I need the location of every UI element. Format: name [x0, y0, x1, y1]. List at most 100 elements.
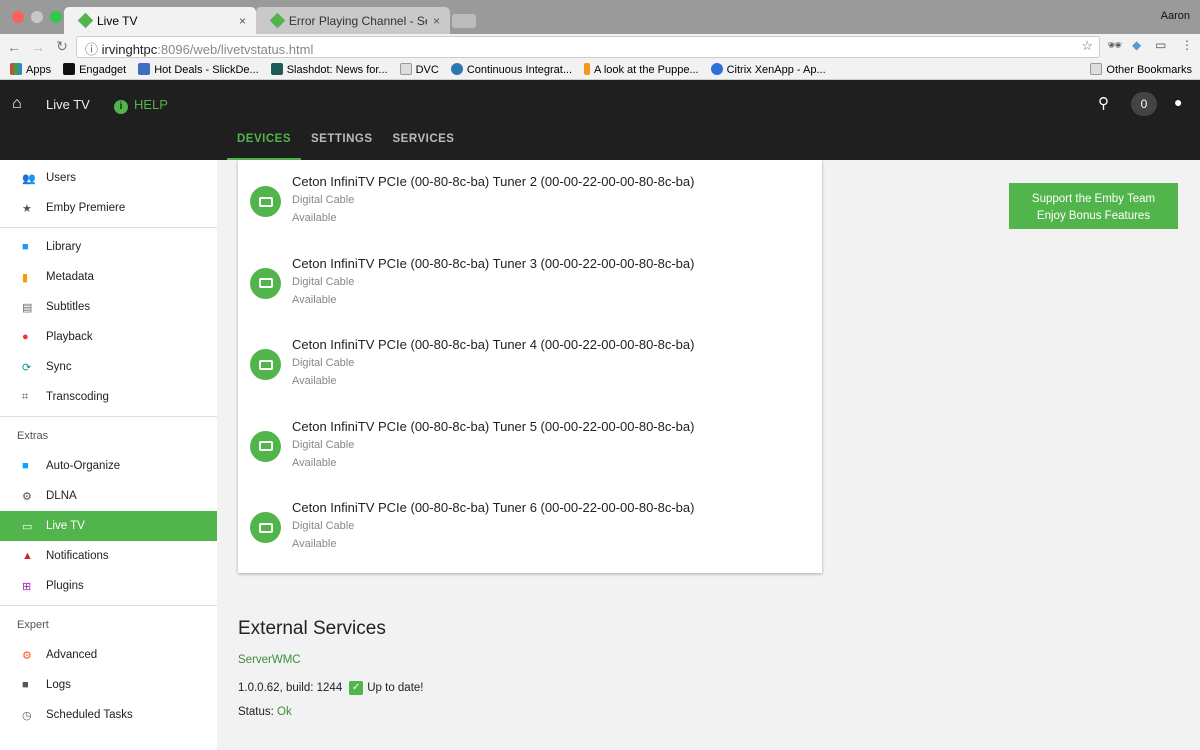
sidebar-item-label: Live TV [46, 520, 85, 532]
folder-icon: ■ [22, 679, 29, 691]
tab-devices[interactable]: DEVICES [227, 128, 301, 160]
bookmark[interactable]: DVC [399, 62, 439, 76]
sidebar-item-label: Plugins [46, 580, 84, 592]
device-status: Available [292, 375, 337, 387]
reload-icon[interactable]: ↻ [52, 38, 72, 55]
window-controls[interactable] [12, 11, 62, 23]
tv-icon: ▭ [22, 520, 33, 533]
tv-icon [250, 186, 281, 217]
browser-tab-live-tv[interactable]: Live TV × [64, 7, 256, 34]
sidebar-item-metadata[interactable]: ▮ Metadata [0, 262, 217, 292]
folder-icon: ■ [22, 460, 29, 472]
sidebar-item-library[interactable]: ■ Library [0, 232, 217, 262]
sidebar-item-dlna[interactable]: ⚙ DLNA [0, 481, 217, 511]
device-type: Digital Cable [292, 357, 355, 369]
bookmark-star-icon[interactable]: ☆ [1081, 38, 1093, 54]
devices-card: Ceton InfiniTV PCIe (00-80-8c-ba) Tuner … [238, 160, 822, 573]
address-bar[interactable]: ⓘ irvinghtpc:8096/web/livetvstatus.html ☆ [76, 36, 1100, 58]
device-status: Available [292, 538, 337, 550]
help-link[interactable]: i HELP [114, 97, 168, 114]
folder-icon: ■ [22, 241, 29, 253]
sidebar-item-label: Users [46, 172, 77, 184]
sidebar-item-scheduled-tasks[interactable]: ◷ Scheduled Tasks [0, 700, 217, 730]
device-type: Digital Cable [292, 520, 355, 532]
device-status: Available [292, 293, 337, 306]
bookmark[interactable]: Continuous Integrat... [450, 62, 572, 76]
back-icon[interactable]: ← [4, 39, 24, 55]
bookmark[interactable]: A look at the Puppe... [584, 62, 699, 76]
service-version: 1.0.0.62, build: 1244 ✓ Up to date! [238, 681, 424, 695]
device-type: Digital Cable [292, 194, 355, 206]
device-item[interactable]: Ceton InfiniTV PCIe (00-80-8c-ba) Tuner … [250, 256, 694, 312]
device-item[interactable]: Ceton InfiniTV PCIe (00-80-8c-ba) Tuner … [250, 337, 694, 393]
play-icon: ● [22, 331, 29, 343]
cast-icon[interactable]: ▭ [1155, 38, 1166, 52]
search-icon[interactable]: ⚲ [1098, 94, 1109, 112]
sidebar-section-header: Expert [17, 619, 49, 631]
home-icon[interactable]: ⌂ [12, 95, 22, 113]
sidebar-item-playback[interactable]: ● Playback [0, 322, 217, 352]
close-icon[interactable]: × [239, 14, 246, 28]
close-icon[interactable]: × [433, 14, 440, 28]
gear-icon: ⚙ [22, 649, 32, 662]
profile-name[interactable]: Aaron [1161, 10, 1190, 22]
bookmarks-bar: Apps Engadget Hot Deals - SlickDe... Sla… [0, 59, 1200, 80]
browser-toolbar: ← → ↻ ⓘ irvinghtpc:8096/web/livetvstatus… [0, 34, 1200, 59]
sidebar-section-header: Extras [17, 430, 49, 442]
user-icon[interactable]: ● [1174, 94, 1182, 110]
other-bookmarks[interactable]: Other Bookmarks [1090, 62, 1192, 76]
extension-icon[interactable]: ◆ [1132, 38, 1141, 52]
bookmark[interactable]: Apps [10, 62, 51, 76]
sidebar-item-advanced[interactable]: ⚙ Advanced [0, 640, 217, 670]
support-emby-button[interactable]: Support the Emby Team Enjoy Bonus Feature… [1009, 183, 1178, 229]
sidebar-item-emby-premiere[interactable]: ★ Emby Premiere [0, 193, 217, 223]
sidebar-item-auto-organize[interactable]: ■ Auto-Organize [0, 451, 217, 481]
service-status: Status: Ok [238, 706, 292, 718]
bookmark[interactable]: Citrix XenApp - Ap... [710, 62, 826, 76]
browser-tab-error[interactable]: Error Playing Channel - Server × [256, 7, 450, 34]
sidebar-item-logs[interactable]: ■ Logs [0, 670, 217, 700]
star-icon: ★ [22, 202, 32, 215]
new-tab-button[interactable] [452, 14, 476, 28]
sidebar-item-users[interactable]: 👥 Users [0, 163, 217, 193]
device-name: Ceton InfiniTV PCIe (00-80-8c-ba) Tuner … [292, 500, 695, 515]
device-name: Ceton InfiniTV PCIe (00-80-8c-ba) Tuner … [292, 255, 695, 271]
forward-icon[interactable]: → [28, 39, 48, 55]
device-item[interactable]: Ceton InfiniTV PCIe (00-80-8c-ba) Tuner … [250, 500, 694, 556]
tab-label: Error Playing Channel - Server [288, 13, 427, 28]
device-name: Ceton InfiniTV PCIe (00-80-8c-ba) Tuner … [292, 418, 695, 434]
sidebar-item-label: Subtitles [46, 301, 91, 313]
sidebar-item-plugins[interactable]: ⊞ Plugins [0, 571, 217, 601]
info-icon: ⓘ [85, 42, 102, 57]
device-item[interactable]: Ceton InfiniTV PCIe (00-80-8c-ba) Tuner … [250, 419, 694, 475]
tab-label: Live TV [97, 13, 138, 28]
service-link[interactable]: ServerWMC [238, 654, 301, 666]
tab-services[interactable]: SERVICES [383, 128, 465, 160]
tv-icon [250, 512, 281, 543]
extension-icon[interactable]: 🕶 [1107, 38, 1122, 52]
bookmark[interactable]: Engadget [63, 62, 126, 76]
sidebar-item-subtitles[interactable]: ▤ Subtitles [0, 292, 217, 322]
sidebar-item-sync[interactable]: ⟳ Sync [0, 352, 217, 382]
device-item[interactable]: Ceton InfiniTV PCIe (00-80-8c-ba) Tuner … [250, 174, 694, 230]
divider [0, 605, 217, 606]
sidebar-item-live-tv[interactable]: ▭ Live TV [0, 511, 217, 541]
device-type: Digital Cable [292, 438, 355, 451]
gear-icon: ⚙ [22, 490, 32, 503]
emby-icon [269, 12, 286, 29]
bookmark[interactable]: Slashdot: News for... [270, 62, 388, 76]
tv-icon [250, 267, 281, 299]
tab-settings[interactable]: SETTINGS [301, 128, 383, 160]
sidebar-item-label: Transcoding [46, 391, 109, 403]
device-status: Available [292, 212, 337, 224]
menu-icon[interactable]: ⋮ [1181, 38, 1193, 52]
sidebar-item-transcoding[interactable]: ⌗ Transcoding [0, 382, 217, 412]
notification-count[interactable]: 0 [1131, 92, 1157, 116]
sidebar-item-notifications[interactable]: ▲ Notifications [0, 541, 217, 571]
sidebar-item-label: Emby Premiere [46, 202, 126, 214]
bookmark[interactable]: Hot Deals - SlickDe... [138, 62, 259, 76]
sidebar: 👥 Users ★ Emby Premiere ■ Library ▮ Metadata ▤ Su… [0, 160, 217, 750]
cart-icon: ⊞ [22, 580, 32, 593]
tv-icon [250, 430, 281, 462]
app-header: ⌂ Live TV i HELP ⚲ 0 ● DEVICES SETTINGS S… [0, 80, 1200, 160]
